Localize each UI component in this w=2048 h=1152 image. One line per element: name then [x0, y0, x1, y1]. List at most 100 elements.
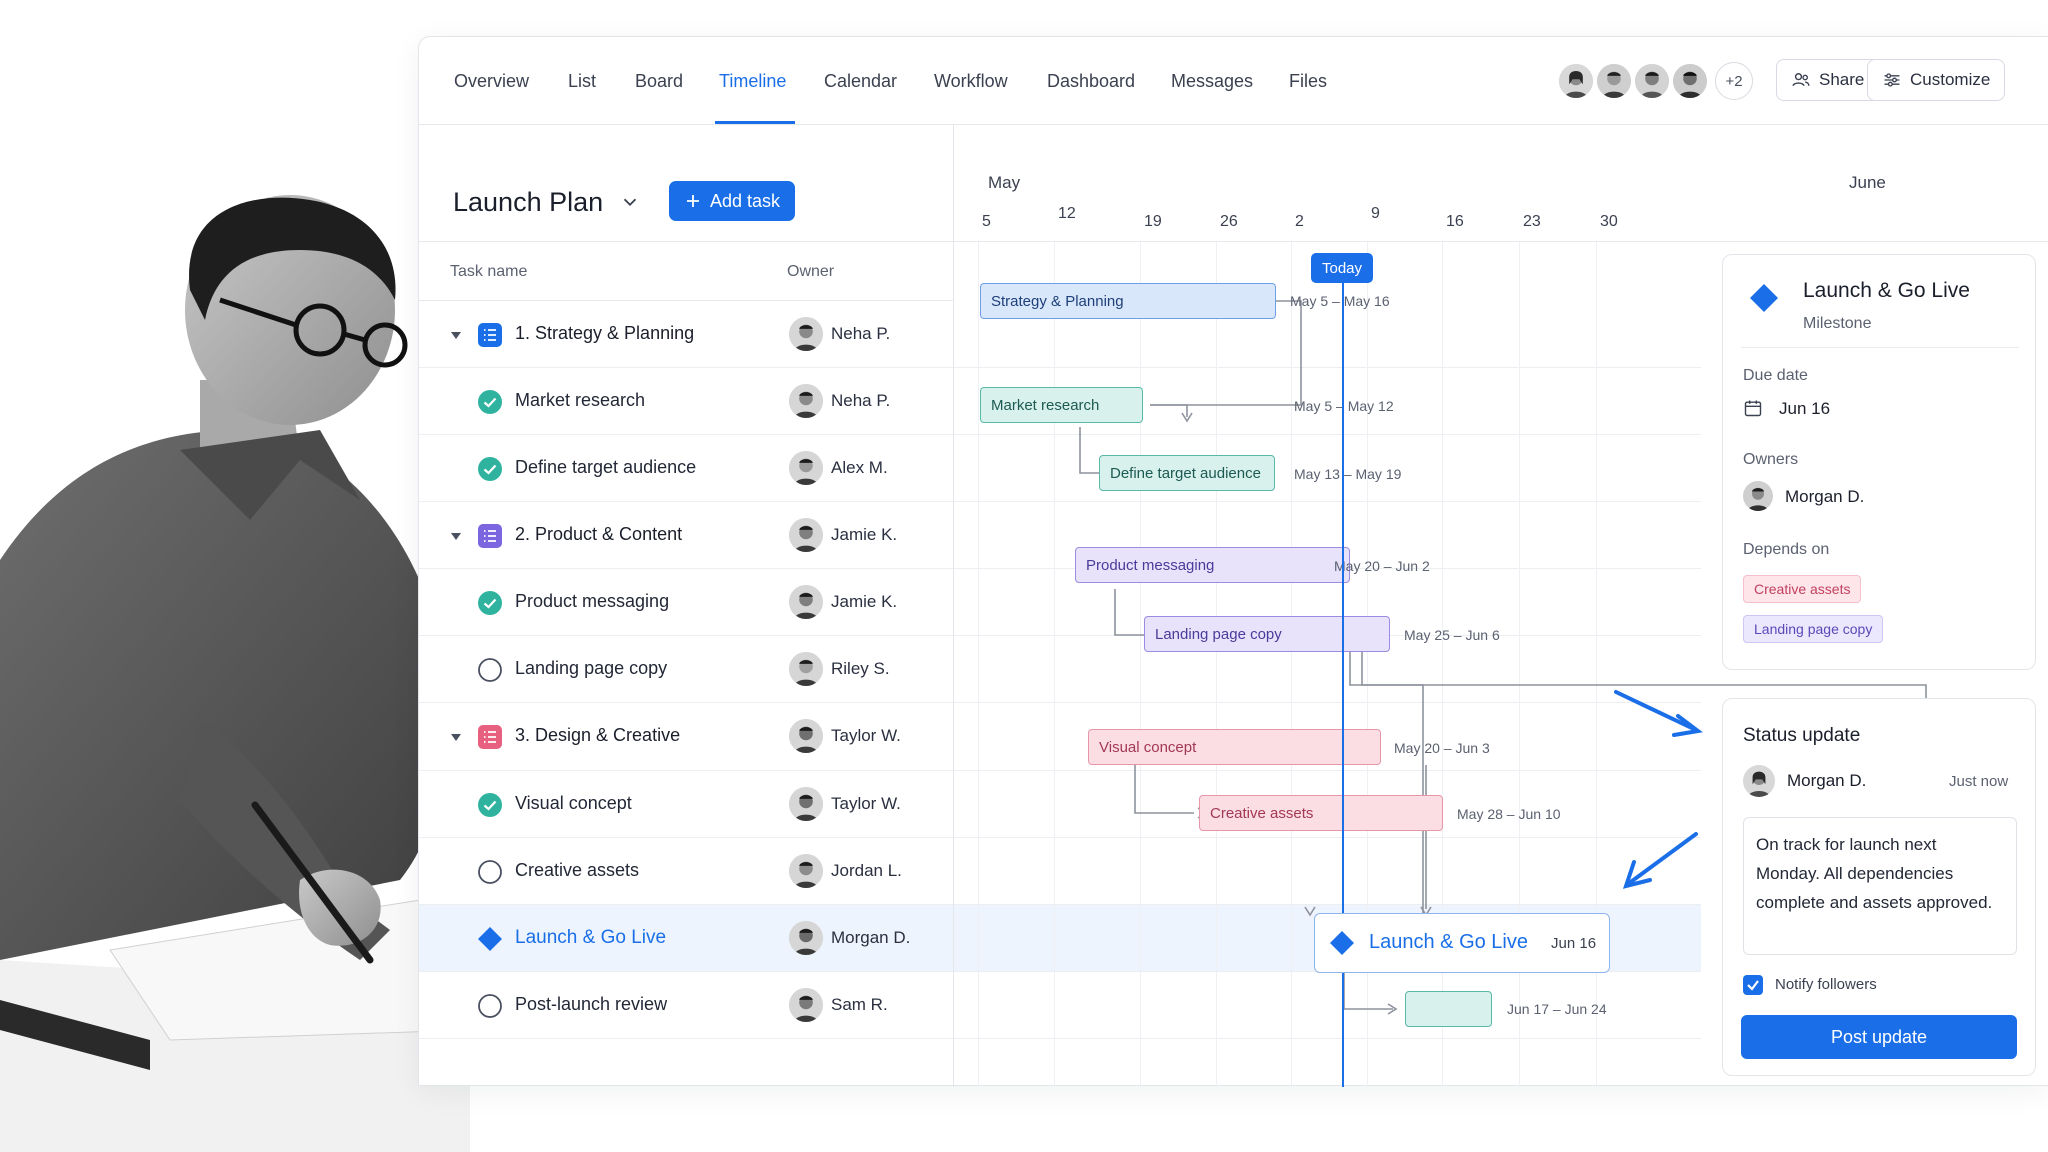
section-list-icon [478, 524, 502, 549]
tab-overview[interactable]: Overview [454, 71, 529, 92]
notify-followers-checkbox[interactable] [1743, 975, 1763, 995]
owner-avatar [789, 518, 823, 553]
dependency-chip-creative-assets[interactable]: Creative assets [1743, 575, 1862, 603]
owner-avatar [789, 652, 823, 687]
active-tab-indicator [715, 121, 795, 124]
gantt-date-range: May 20 – Jun 3 [1394, 740, 1490, 756]
depends-on-label: Depends on [1743, 541, 1830, 558]
task-name[interactable]: Post-launch review [515, 994, 667, 1015]
dependency-chip-landing-page-copy[interactable]: Landing page copy [1743, 615, 1884, 643]
gantt-date-range: May 28 – Jun 10 [1457, 806, 1561, 822]
tab-workflow[interactable]: Workflow [934, 71, 1008, 92]
milestone-diamond-icon [478, 926, 502, 951]
gantt-bar-define-target-audience[interactable]: Define target audience [1099, 455, 1275, 491]
check-circle-icon[interactable] [477, 590, 503, 616]
today-marker[interactable]: Today [1311, 253, 1373, 283]
caret-down-icon[interactable] [449, 328, 463, 342]
member-avatar[interactable] [1671, 62, 1709, 100]
caret-down-icon[interactable] [449, 730, 463, 744]
owner-name: Taylor W. [831, 793, 901, 813]
task-name[interactable]: 1. Strategy & Planning [515, 323, 694, 344]
owner-avatar [789, 317, 823, 351]
owner-avatar [789, 920, 823, 955]
gantt-bar-product-messaging[interactable]: Product messaging [1075, 547, 1350, 583]
task-name[interactable]: Launch & Go Live [515, 927, 666, 949]
gantt-bar-landing-page-copy[interactable]: Landing page copy [1144, 616, 1390, 652]
chevron-down-icon[interactable] [619, 191, 641, 213]
owner-name[interactable]: Morgan D. [1785, 487, 1864, 507]
due-date-label: Due date [1743, 367, 1808, 384]
owner-name: Taylor W. [831, 726, 901, 746]
task-name[interactable]: Product messaging [515, 591, 669, 612]
author-name: Morgan D. [1787, 771, 1867, 790]
check-circle-icon[interactable] [477, 792, 503, 818]
gantt-bar-visual-concept[interactable]: Visual concept [1088, 729, 1381, 765]
task-name[interactable]: Landing page copy [515, 658, 667, 679]
gantt-bar-post-launch-review[interactable] [1405, 991, 1492, 1027]
milestone-diamond-icon [1330, 931, 1354, 955]
plan-title[interactable]: Launch Plan [453, 187, 603, 218]
gantt-date-range: May 25 – Jun 6 [1404, 627, 1500, 643]
milestone-launch-go-live[interactable]: Launch & Go Live Jun 16 [1314, 913, 1610, 973]
tab-list[interactable]: List [568, 71, 596, 92]
plan-header: Launch Plan Add task [419, 125, 953, 241]
detail-divider [1741, 347, 2019, 348]
check-circle-icon[interactable] [477, 456, 503, 482]
gantt-bar-strategy-planning[interactable]: Strategy & Planning [980, 283, 1276, 319]
task-name[interactable]: 3. Design & Creative [515, 725, 680, 746]
status-timestamp: Just now [1949, 773, 2009, 790]
gantt-bar-creative-assets[interactable]: Creative assets [1199, 795, 1443, 831]
owner-name: Alex M. [831, 458, 888, 478]
empty-circle-icon[interactable] [477, 993, 503, 1019]
column-owner[interactable]: Owner [787, 263, 834, 281]
member-avatar[interactable] [1595, 62, 1633, 100]
member-avatar[interactable] [1557, 62, 1595, 100]
owner-name: Jamie K. [831, 592, 898, 612]
task-name[interactable]: Market research [515, 390, 645, 411]
due-date-value[interactable]: Jun 16 [1779, 399, 1830, 419]
author-avatar [1743, 765, 1775, 797]
column-task-name[interactable]: Task name [450, 263, 527, 281]
gantt-bar-label: Landing page copy [1155, 625, 1282, 643]
owner-name: Jamie K. [831, 525, 898, 545]
task-name[interactable]: Visual concept [515, 793, 632, 814]
gantt-bar-market-research[interactable]: Market research [980, 387, 1143, 423]
status-message-field[interactable]: On track for launch next Monday. All dep… [1743, 817, 2017, 955]
owner-avatar [789, 585, 823, 620]
check-circle-icon[interactable] [477, 389, 503, 415]
task-name[interactable]: 2. Product & Content [515, 524, 682, 545]
more-members-count[interactable]: +2 [1715, 62, 1753, 100]
person-writing-illustration [0, 0, 470, 1152]
post-update-button[interactable]: Post update [1741, 1015, 2017, 1059]
detail-subtitle: Milestone [1803, 315, 1872, 332]
customize-button[interactable]: Customize [1867, 59, 2006, 101]
empty-circle-icon[interactable] [477, 657, 503, 683]
users-icon [1792, 73, 1810, 87]
tab-timeline[interactable]: Timeline [719, 71, 786, 92]
section-list-icon [478, 725, 502, 750]
member-avatar[interactable] [1633, 62, 1671, 100]
tab-files[interactable]: Files [1289, 71, 1327, 92]
empty-circle-icon[interactable] [477, 859, 503, 885]
owner-avatar [789, 384, 823, 419]
tab-messages[interactable]: Messages [1171, 71, 1253, 92]
milestone-detail-card: Launch & Go Live Milestone Due date Jun … [1722, 254, 2036, 670]
tab-board[interactable]: Board [635, 71, 683, 92]
status-update-card: Status update Morgan D. Just now On trac… [1722, 698, 2036, 1076]
top-navigation: Overview List Board Timeline Calendar Wo… [419, 37, 2048, 125]
task-name[interactable]: Creative assets [515, 860, 639, 881]
caret-down-icon[interactable] [449, 529, 463, 543]
section-list-icon [478, 323, 502, 347]
gantt-bar-label: Define target audience [1110, 464, 1261, 482]
tab-dashboard[interactable]: Dashboard [1047, 71, 1135, 92]
share-button[interactable]: Share [1776, 59, 1880, 101]
owner-name: Sam R. [831, 994, 888, 1014]
add-task-button[interactable]: Add task [669, 181, 795, 221]
notify-followers-label: Notify followers [1775, 976, 1877, 993]
owner-avatar [789, 786, 823, 821]
tab-calendar[interactable]: Calendar [824, 71, 897, 92]
status-update-title: Status update [1743, 725, 1861, 746]
task-name[interactable]: Define target audience [515, 457, 696, 478]
calendar-icon [1744, 400, 1762, 417]
share-label: Share [1819, 70, 1865, 89]
